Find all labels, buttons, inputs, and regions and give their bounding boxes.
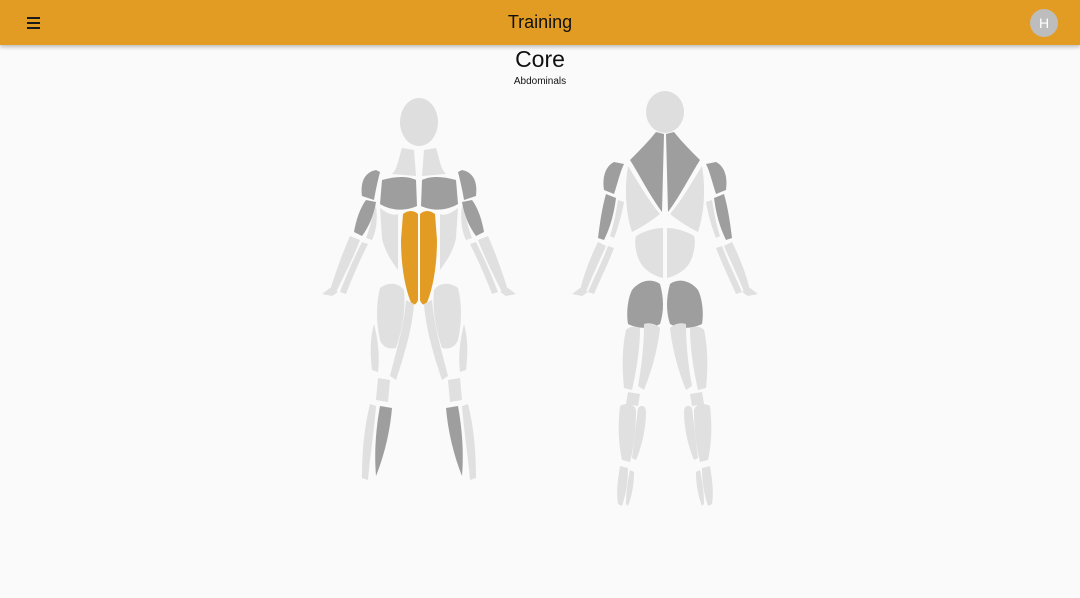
shin-left-outer[interactable] bbox=[362, 404, 376, 480]
rear-delt-right[interactable] bbox=[706, 162, 727, 194]
head-back bbox=[646, 91, 684, 133]
head-front bbox=[400, 98, 438, 146]
hamstring-right-outer[interactable] bbox=[690, 326, 708, 390]
neck-right[interactable] bbox=[422, 148, 446, 176]
rear-delt-left[interactable] bbox=[603, 162, 624, 194]
calf-left[interactable] bbox=[375, 406, 392, 476]
glute-left[interactable] bbox=[627, 280, 663, 328]
lower-back-right[interactable] bbox=[667, 228, 695, 278]
user-avatar[interactable]: H bbox=[1030, 9, 1058, 37]
lower-back-left[interactable] bbox=[635, 228, 663, 278]
shoulder-front-left[interactable] bbox=[361, 170, 380, 200]
app-title: Training bbox=[507, 12, 573, 32]
calf-right[interactable] bbox=[446, 406, 463, 476]
muscle-diagram bbox=[322, 91, 758, 506]
body-front bbox=[322, 98, 516, 480]
app-bar: Training H bbox=[0, 0, 1080, 45]
body-back bbox=[572, 91, 758, 506]
adductor-left[interactable] bbox=[370, 324, 379, 372]
glute-right[interactable] bbox=[667, 280, 703, 328]
shin-right-outer[interactable] bbox=[462, 404, 476, 480]
knee-left bbox=[376, 378, 390, 402]
neck-left[interactable] bbox=[392, 148, 416, 176]
oblique-right[interactable] bbox=[440, 208, 458, 270]
hamstring-left-inner[interactable] bbox=[638, 323, 660, 390]
shoulder-front-right[interactable] bbox=[458, 170, 477, 200]
oblique-left[interactable] bbox=[380, 208, 398, 270]
hamstring-left-outer[interactable] bbox=[622, 326, 640, 390]
hamstring-right-inner[interactable] bbox=[670, 323, 692, 390]
knee-right bbox=[448, 378, 462, 402]
chest-right[interactable] bbox=[421, 177, 458, 210]
knee-back-left bbox=[626, 392, 640, 406]
knee-back-right bbox=[690, 392, 704, 406]
chest-left[interactable] bbox=[380, 177, 417, 210]
adductor-right[interactable] bbox=[459, 324, 468, 372]
